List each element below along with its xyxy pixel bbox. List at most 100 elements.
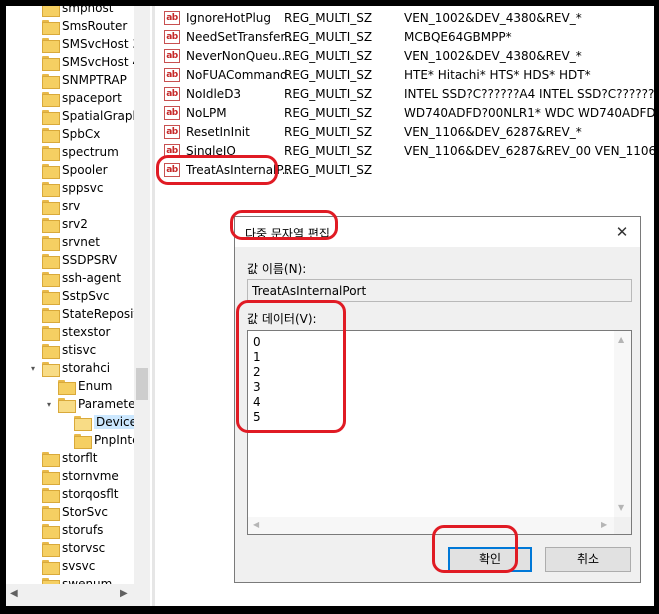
- tree-item[interactable]: smphost: [28, 6, 113, 17]
- value-name-field[interactable]: [247, 279, 632, 302]
- value-type: REG_MULTI_SZ: [284, 29, 373, 44]
- tree-item[interactable]: SstpSvc: [28, 287, 110, 305]
- expand-toggle-icon[interactable]: [28, 215, 38, 233]
- expand-toggle-icon[interactable]: [28, 35, 38, 53]
- tree-item-label: srvnet: [62, 235, 100, 249]
- dialog-title-bar[interactable]: 다중 문자열 편집 ✕: [235, 217, 640, 247]
- value-row[interactable]: ab NeedSetTransfer... REG_MULTI_SZ MCBQE64G…: [156, 27, 654, 46]
- tree-item[interactable]: SmsRouter: [28, 17, 127, 35]
- expand-toggle-icon[interactable]: [28, 179, 38, 197]
- tree-item[interactable]: storvsc: [28, 539, 105, 557]
- value-row[interactable]: ab NoFUACommand REG_MULTI_SZ HTE* Hitachi* …: [156, 65, 654, 84]
- value-name: NoLPM: [186, 105, 227, 120]
- expand-toggle-icon[interactable]: [28, 503, 38, 521]
- tree-item[interactable]: Spooler: [28, 161, 108, 179]
- value-data-textarea[interactable]: ▲ ▼ ◀ ▶ 012345: [247, 330, 632, 535]
- tree-item[interactable]: SMSvcHost 4.: [28, 53, 144, 71]
- tree-item[interactable]: PnpInter: [60, 431, 144, 449]
- scroll-left-icon[interactable]: ◀: [10, 588, 18, 599]
- expand-toggle-icon[interactable]: [28, 269, 38, 287]
- expand-toggle-icon[interactable]: [28, 89, 38, 107]
- tree-item[interactable]: storflt: [28, 449, 98, 467]
- tree-item[interactable]: sppsvc: [28, 179, 103, 197]
- expand-toggle-icon[interactable]: [28, 467, 38, 485]
- expand-toggle-icon[interactable]: [28, 6, 38, 17]
- tree-item-label: stisvc: [62, 343, 97, 357]
- expand-toggle-icon[interactable]: [28, 449, 38, 467]
- tree-item[interactable]: storqosflt: [28, 485, 119, 503]
- expand-toggle-icon[interactable]: ▾: [44, 395, 54, 413]
- tree-horizontal-scrollbar[interactable]: ◀ ▶: [6, 584, 150, 606]
- expand-toggle-icon[interactable]: [28, 143, 38, 161]
- data-vertical-scrollbar[interactable]: ▲ ▼: [614, 331, 631, 517]
- expand-toggle-icon[interactable]: [28, 539, 38, 557]
- expand-toggle-icon[interactable]: [28, 53, 38, 71]
- scroll-right-icon[interactable]: ▶: [120, 588, 128, 599]
- close-icon[interactable]: ✕: [612, 222, 632, 242]
- tree-item[interactable]: storufs: [28, 521, 103, 539]
- tree-item[interactable]: StorSvc: [28, 503, 108, 521]
- scroll-right-icon[interactable]: ▶: [601, 520, 607, 529]
- scroll-down-icon[interactable]: ▼: [618, 503, 624, 512]
- expand-toggle-icon[interactable]: [28, 323, 38, 341]
- value-row[interactable]: ab NoIdleD3 REG_MULTI_SZ INTEL SSD?C??????A…: [156, 84, 654, 103]
- expand-toggle-icon[interactable]: [28, 197, 38, 215]
- tree-item[interactable]: ssh-agent: [28, 269, 121, 287]
- tree-item[interactable]: ▾ Parameters: [44, 395, 147, 413]
- tree-item[interactable]: SSDPSRV: [28, 251, 117, 269]
- expand-toggle-icon[interactable]: [28, 251, 38, 269]
- folder-icon: [42, 19, 60, 35]
- expand-toggle-icon[interactable]: [44, 377, 54, 395]
- scroll-up-icon[interactable]: ▲: [618, 335, 624, 344]
- expand-toggle-icon[interactable]: [28, 17, 38, 35]
- expand-toggle-icon[interactable]: [28, 233, 38, 251]
- tree-item[interactable]: SMSvcHost 3.: [28, 35, 144, 53]
- tree-item[interactable]: StateRepositor: [28, 305, 150, 323]
- tree-item[interactable]: SpatialGraphF: [28, 107, 147, 125]
- tree-item[interactable]: srv2: [28, 215, 88, 233]
- expand-toggle-icon[interactable]: [28, 107, 38, 125]
- data-line: 2: [253, 365, 261, 379]
- tree-item[interactable]: svsvc: [28, 557, 95, 575]
- folder-icon: [74, 415, 92, 431]
- tree-vertical-scrollbar[interactable]: [134, 6, 150, 590]
- value-row[interactable]: ab SingleIO REG_MULTI_SZ VEN_1106&DEV_6287&…: [156, 141, 654, 160]
- value-row[interactable]: ab TreatAsInternalP... REG_MULTI_SZ: [156, 160, 654, 179]
- tree-item[interactable]: Enum: [44, 377, 112, 395]
- data-horizontal-scrollbar[interactable]: ◀ ▶: [248, 517, 614, 534]
- expand-toggle-icon[interactable]: [60, 431, 70, 449]
- expand-toggle-icon[interactable]: [28, 161, 38, 179]
- tree-item[interactable]: spectrum: [28, 143, 119, 161]
- tree-item[interactable]: srvnet: [28, 233, 100, 251]
- value-row[interactable]: ab NeverNonQueu... REG_MULTI_SZ VEN_1002&DE…: [156, 46, 654, 65]
- tree-item[interactable]: stisvc: [28, 341, 96, 359]
- cancel-button[interactable]: 취소: [545, 547, 631, 572]
- value-row[interactable]: ab ResetInInit REG_MULTI_SZ VEN_1106&DEV_62…: [156, 122, 654, 141]
- expand-toggle-icon[interactable]: [28, 485, 38, 503]
- tree-item[interactable]: Device: [60, 413, 140, 431]
- expand-toggle-icon[interactable]: [60, 413, 70, 431]
- expand-toggle-icon[interactable]: [28, 341, 38, 359]
- tree-item[interactable]: SpbCx: [28, 125, 100, 143]
- tree-item[interactable]: stexstor: [28, 323, 110, 341]
- expand-toggle-icon[interactable]: [28, 557, 38, 575]
- tree-item-label: SpbCx: [62, 127, 101, 141]
- expand-toggle-icon[interactable]: [28, 287, 38, 305]
- expand-toggle-icon[interactable]: [28, 71, 38, 89]
- scroll-left-icon[interactable]: ◀: [253, 520, 259, 529]
- pane-splitter[interactable]: [152, 6, 155, 606]
- expand-toggle-icon[interactable]: [28, 521, 38, 539]
- string-value-icon: ab: [164, 10, 180, 25]
- tree-scroll-thumb[interactable]: [136, 368, 148, 400]
- expand-toggle-icon[interactable]: [28, 125, 38, 143]
- expand-toggle-icon[interactable]: [28, 305, 38, 323]
- ok-button[interactable]: 확인: [448, 547, 532, 572]
- tree-item[interactable]: spaceport: [28, 89, 122, 107]
- tree-item[interactable]: ▾ storahci: [28, 359, 110, 377]
- expand-toggle-icon[interactable]: ▾: [28, 359, 38, 377]
- tree-item[interactable]: srv: [28, 197, 80, 215]
- value-row[interactable]: ab NoLPM REG_MULTI_SZ WD740ADFD?00NLR1* WDC…: [156, 103, 654, 122]
- tree-item[interactable]: stornvme: [28, 467, 119, 485]
- value-row[interactable]: ab IgnoreHotPlug REG_MULTI_SZ VEN_1002&DEV_…: [156, 8, 654, 27]
- tree-item[interactable]: SNMPTRAP: [28, 71, 127, 89]
